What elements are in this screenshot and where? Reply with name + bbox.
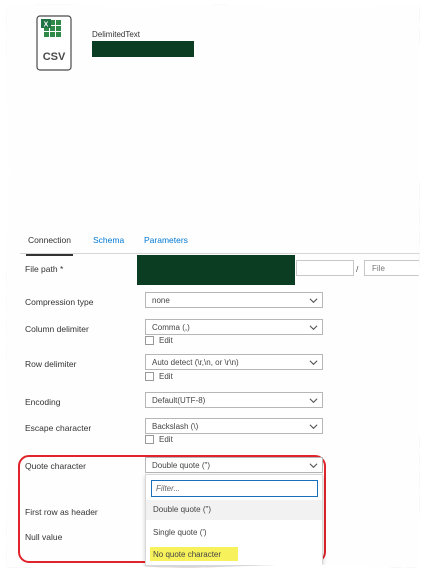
csv-icon-label: CSV: [43, 51, 66, 63]
file-path-directory-input[interactable]: [296, 260, 354, 276]
tab-parameters[interactable]: Parameters: [144, 235, 188, 245]
encoding-label: Encoding: [25, 397, 61, 407]
row-delimiter-label: Row delimiter: [25, 359, 77, 369]
quote-character-dropdown: Filter... Double quote (") Single quote …: [145, 474, 323, 566]
dropdown-option-double-quote[interactable]: Double quote ("): [146, 500, 322, 520]
chevron-down-icon: [309, 360, 318, 366]
dropdown-option-no-quote[interactable]: No quote character: [150, 547, 238, 561]
compression-type-label: Compression type: [25, 297, 94, 307]
row-delimiter-select[interactable]: Auto detect (\r,\n, or \r\n): [145, 354, 323, 370]
column-delimiter-edit-checkbox[interactable]: [145, 336, 154, 345]
tab-schema[interactable]: Schema: [93, 235, 124, 245]
file-path-redacted: [137, 255, 295, 285]
escape-character-label: Escape character: [25, 423, 92, 433]
column-delimiter-value: Comma (,): [152, 323, 190, 332]
first-row-header-label: First row as header: [25, 507, 98, 517]
quote-character-select[interactable]: Double quote ("): [145, 457, 323, 473]
dataset-name-redacted: [92, 41, 194, 57]
row-delimiter-edit-label: Edit: [159, 372, 173, 381]
escape-character-edit-label: Edit: [159, 435, 173, 444]
escape-character-select[interactable]: Backslash (\): [145, 418, 323, 434]
null-value-label: Null value: [25, 532, 63, 542]
row-delimiter-edit-checkbox[interactable]: [145, 372, 154, 381]
escape-character-value: Backslash (\): [152, 422, 199, 431]
encoding-value: Default(UTF-8): [152, 396, 206, 405]
dataset-type-label: DelimitedText: [92, 30, 141, 39]
dropdown-filter-input[interactable]: Filter...: [151, 480, 318, 497]
dropdown-option-single-quote[interactable]: Single quote ('): [146, 523, 322, 543]
chevron-down-icon: [309, 463, 318, 469]
quote-character-label: Quote character: [25, 461, 86, 471]
tab-connection[interactable]: Connection: [25, 235, 74, 256]
chevron-down-icon: [309, 325, 318, 331]
file-path-separator: /: [356, 264, 359, 274]
csv-file-icon: X CSV: [36, 15, 72, 71]
dataset-header: X CSV DelimitedText: [6, 4, 420, 222]
chevron-down-icon: [309, 298, 318, 304]
chevron-down-icon: [309, 398, 318, 404]
compression-type-value: none: [152, 296, 170, 305]
svg-text:X: X: [44, 22, 49, 29]
file-path-label: File path *: [25, 264, 64, 274]
column-delimiter-label: Column delimiter: [25, 324, 89, 334]
dataset-tabs: Connection Schema Parameters: [20, 230, 420, 256]
column-delimiter-select[interactable]: Comma (,): [145, 319, 323, 335]
quote-character-value: Double quote ("): [152, 461, 210, 470]
column-delimiter-edit-label: Edit: [159, 336, 173, 345]
file-path-file-input[interactable]: File: [364, 260, 420, 276]
chevron-down-icon: [309, 424, 318, 430]
screenshot-page: X CSV DelimitedText Connection Schema Pa…: [6, 4, 420, 568]
compression-type-select[interactable]: none: [145, 292, 323, 308]
encoding-select[interactable]: Default(UTF-8): [145, 392, 323, 408]
row-delimiter-value: Auto detect (\r,\n, or \r\n): [152, 358, 239, 367]
escape-character-edit-checkbox[interactable]: [145, 435, 154, 444]
